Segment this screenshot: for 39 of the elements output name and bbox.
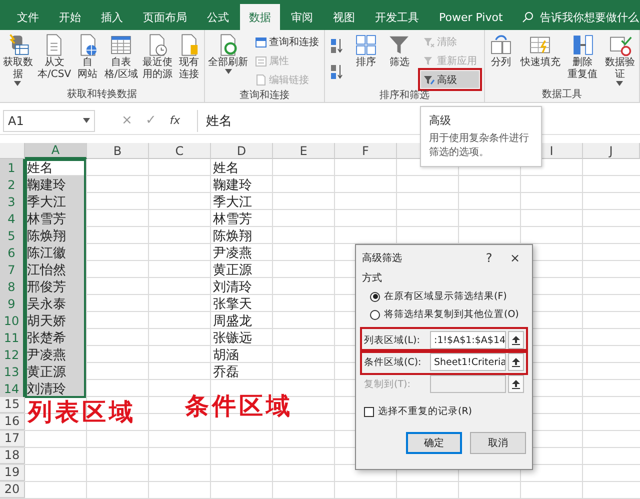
group-label: 查询和连接: [238, 88, 290, 102]
field-label: 复制到(T):: [364, 378, 412, 390]
table-cell: 陈江徽: [25, 244, 86, 262]
table-cell: 张楚希: [25, 329, 86, 347]
table-cell-text: 张镞远: [212, 330, 253, 347]
table-cell-text: 胡涵: [212, 347, 240, 364]
table-cell-text: 陈焕翔: [212, 228, 253, 245]
table-cell: 鞠建玲: [25, 176, 86, 194]
table-cell: 林雪芳: [25, 210, 86, 228]
table-cell-text: 张擎天: [212, 296, 253, 313]
group-label: 获取和转换数据: [66, 88, 138, 102]
table-cell: 吴永泰: [25, 295, 86, 313]
table-cell-text: 尹凌燕: [212, 245, 253, 262]
field-label: 条件区域(C):: [364, 356, 422, 368]
table-cell: 胡天娇: [25, 312, 86, 330]
group-label: 排序和筛选: [378, 88, 430, 102]
table-cell-text: 黄正源: [212, 262, 253, 279]
annotation-text: 条件区域: [185, 391, 293, 422]
group-label: 数据工具: [541, 88, 583, 102]
table-cell-text: 刘清玲: [212, 279, 253, 296]
field-label: 列表区域(L):: [364, 334, 421, 346]
annotation-text: 列表区域: [28, 397, 136, 428]
section-label: 方式: [362, 272, 383, 285]
table-cell: 陈焕翔: [25, 227, 86, 245]
table-cell-text: 林雪芳: [212, 211, 253, 228]
table-cell: 刘清玲: [25, 380, 86, 398]
table-cell: 姓名: [25, 159, 86, 177]
dialog-title: 高级筛选: [362, 252, 403, 265]
table-cell-text: 姓名: [212, 160, 240, 177]
table-cell-text: 周盛龙: [212, 313, 253, 330]
table-cell: 江怡然: [25, 261, 86, 279]
table-cell: 黄正源: [25, 363, 86, 381]
table-cell-text: 鞠建玲: [212, 177, 253, 194]
table-cell: 季大江: [25, 193, 86, 211]
tooltip-title: 高级: [429, 113, 452, 128]
table-cell: 尹凌燕: [25, 346, 86, 364]
table-cell-text: 乔磊: [212, 364, 240, 381]
table-cell-text: 季大江: [212, 194, 253, 211]
table-cell: 邢俊芳: [25, 278, 86, 296]
